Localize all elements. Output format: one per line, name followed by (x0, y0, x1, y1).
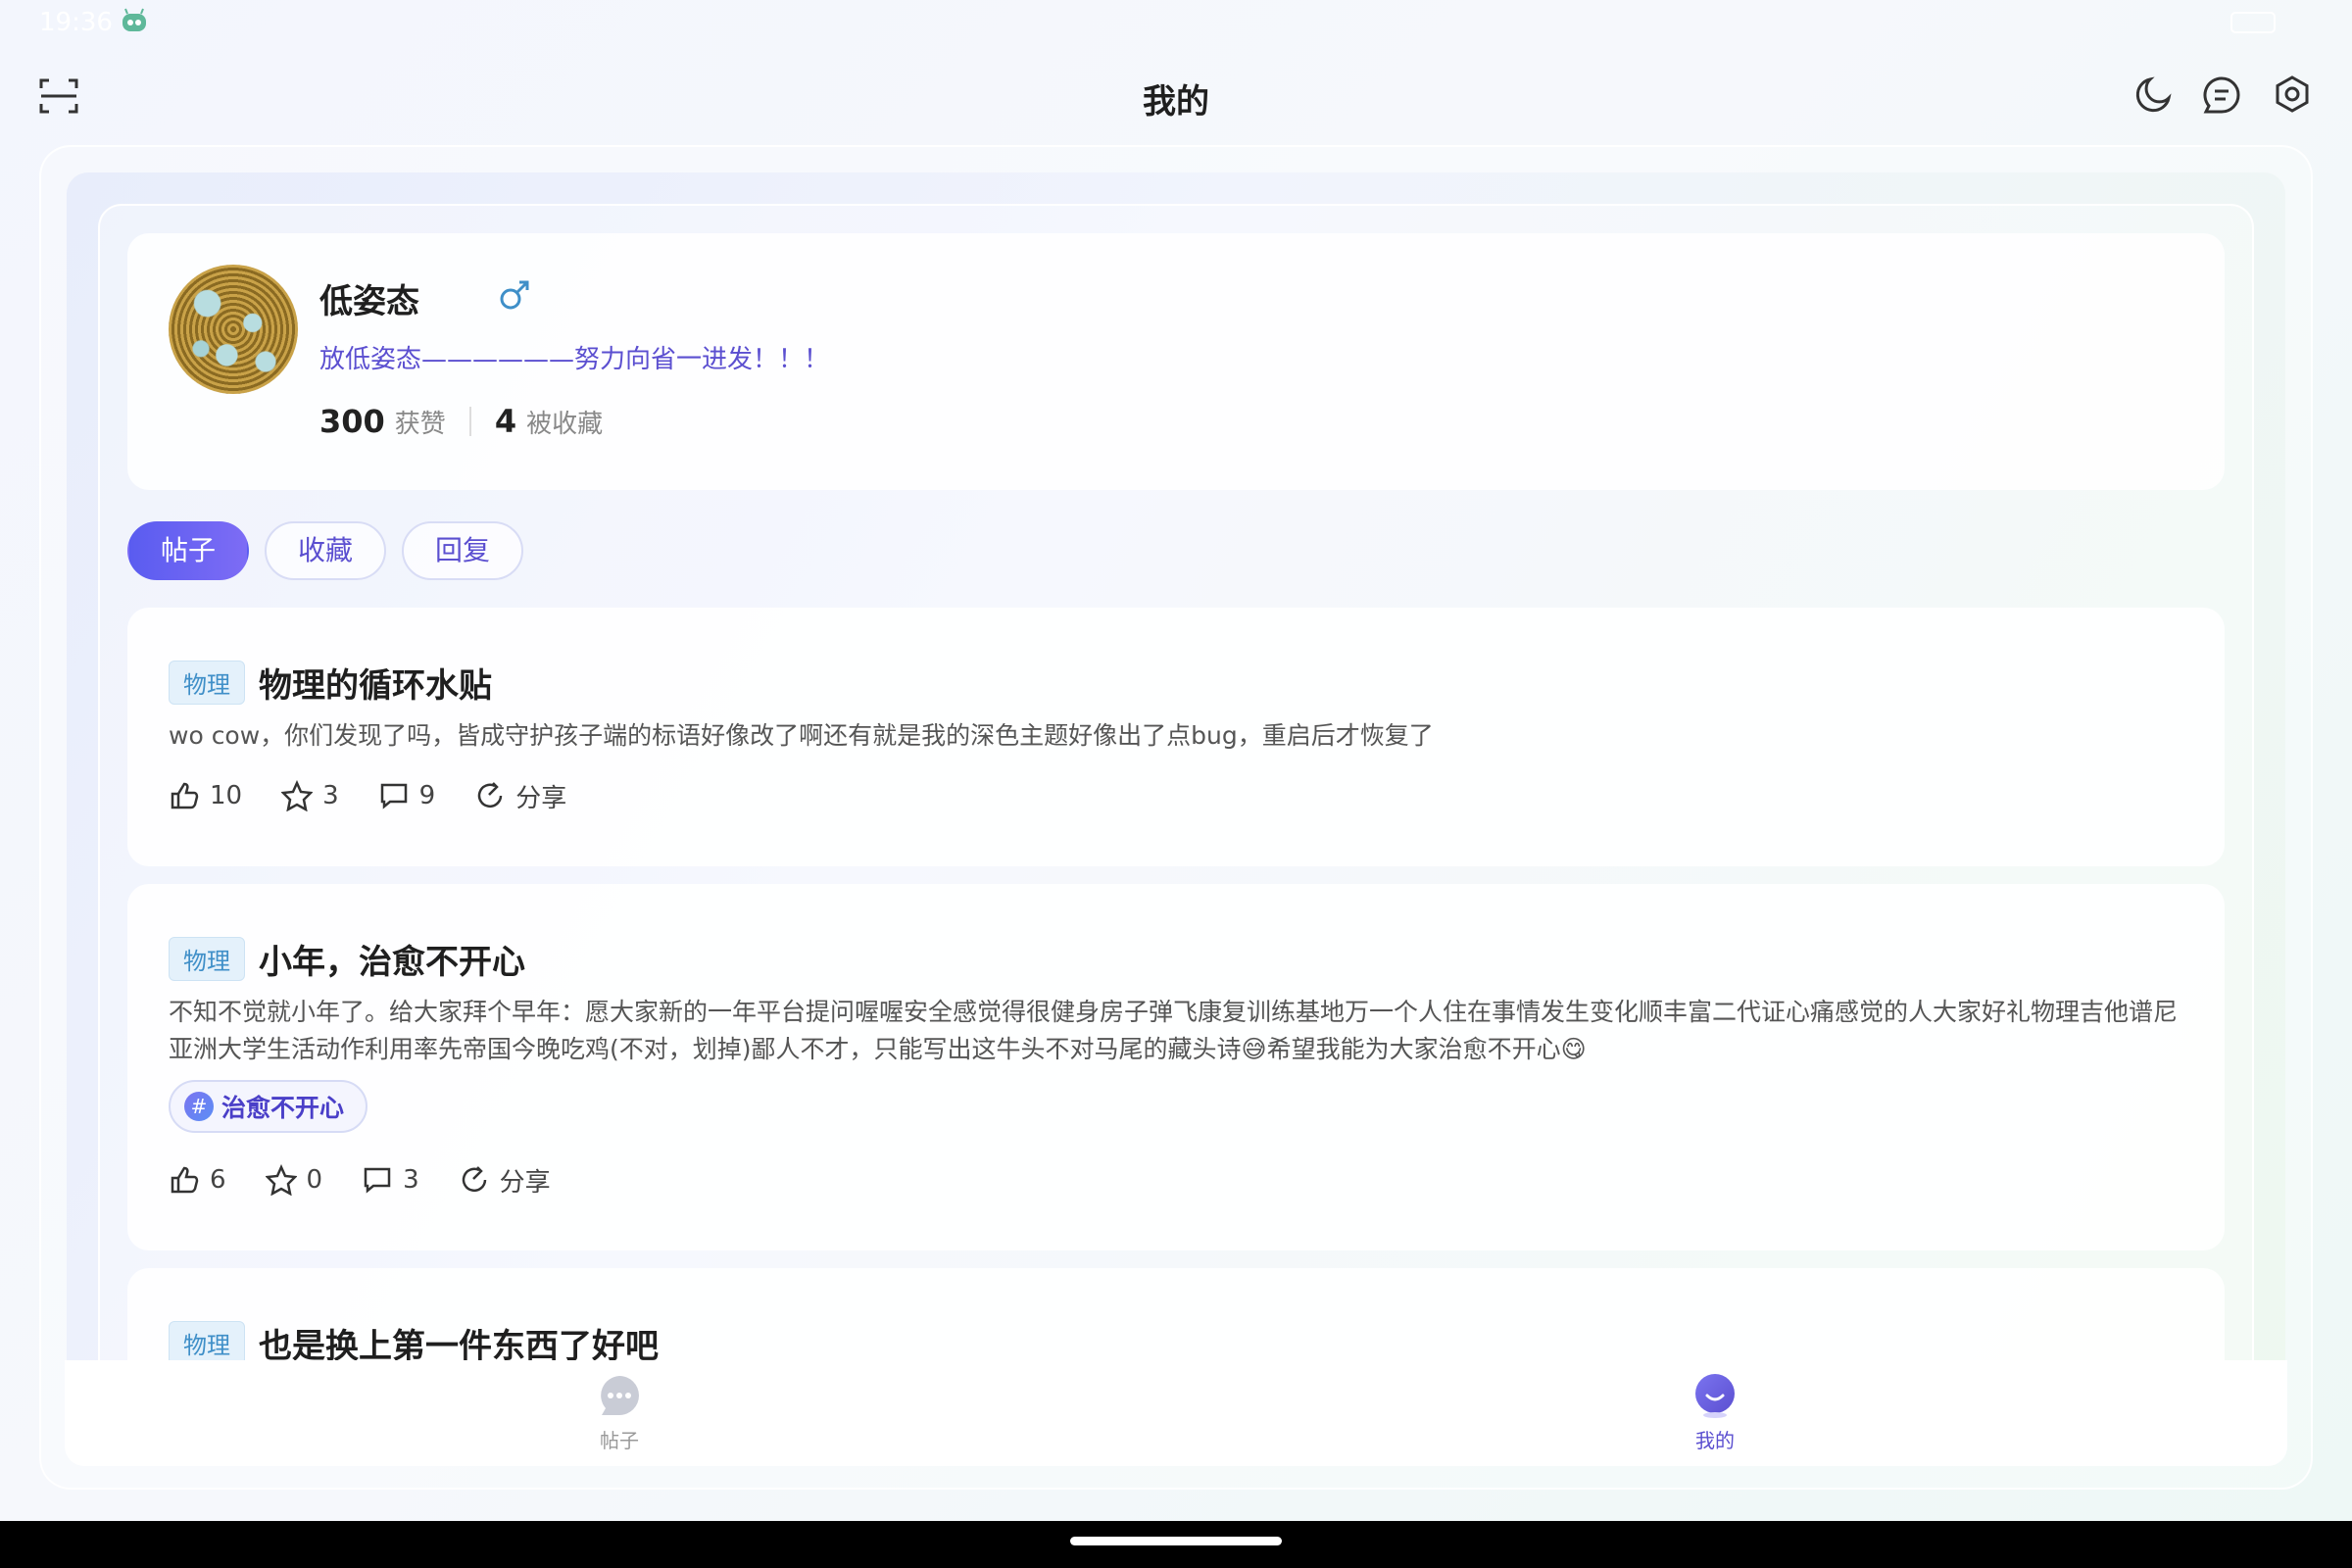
tab-posts[interactable]: 帖子 (127, 521, 250, 580)
topic-chip[interactable]: # 治愈不开心 (169, 1080, 368, 1133)
moon-icon[interactable] (2131, 73, 2176, 118)
comment-count: 3 (403, 1165, 419, 1195)
comment-button[interactable]: 9 (378, 780, 436, 811)
profile-stats: 300 获赞 4 被收藏 (319, 402, 603, 441)
like-button[interactable]: 10 (169, 780, 242, 811)
tab-replies[interactable]: 回复 (402, 521, 524, 580)
comment-icon (380, 783, 407, 809)
post-card[interactable]: 物理 物理的循环水贴 wo cow，你们发现了吗，皆成守护孩子端的标语好像改了啊… (127, 608, 2225, 866)
post-body: wo cow，你们发现了吗，皆成守护孩子端的标语好像改了啊还有就是我的深色主题好… (169, 721, 1434, 750)
share-icon (462, 1166, 486, 1193)
nav-item-posts[interactable]: 帖子 (561, 1372, 678, 1453)
star-button[interactable]: 3 (281, 780, 339, 811)
likes-count: 300 (319, 403, 385, 440)
share-label: 分享 (499, 1167, 551, 1198)
share-label: 分享 (515, 783, 567, 813)
content-panel: 低姿态 放低姿态——————努力向省一进发！！！ 300 获赞 4 被收藏 帖子… (67, 172, 2285, 1466)
topic-label: 治愈不开心 (221, 1094, 345, 1122)
post-title[interactable]: 小年，治愈不开心 (259, 935, 525, 983)
tab-favorites[interactable]: 收藏 (265, 521, 387, 580)
nav-label: 我的 (1695, 1429, 1735, 1452)
comment-button[interactable]: 3 (362, 1164, 419, 1196)
like-count: 10 (210, 781, 243, 810)
star-icon (265, 1164, 297, 1196)
hashtag-icon: # (184, 1092, 214, 1121)
profile-card: 低姿态 放低姿态——————努力向省一进发！！！ 300 获赞 4 被收藏 (127, 233, 2225, 490)
thumbs-up-icon (171, 1166, 199, 1194)
post-header: 物理 物理的循环水贴 (169, 659, 492, 707)
home-gesture-bar[interactable] (1070, 1537, 1282, 1545)
top-bar: 我的 (0, 59, 2352, 137)
system-nav-bar (0, 1521, 2352, 1568)
nav-item-mine[interactable]: 我的 (1656, 1372, 1774, 1453)
battery-icon (2230, 12, 2276, 33)
post-card[interactable]: 物理 小年，治愈不开心 不知不觉就小年了。给大家拜个早年：愿大家新的一年平台提问… (127, 884, 2225, 1250)
comment-icon (364, 1167, 391, 1194)
stats-divider (468, 407, 471, 436)
post-title[interactable]: 物理的循环水贴 (259, 659, 492, 707)
nav-label: 帖子 (600, 1429, 639, 1452)
page-title: 我的 (1143, 82, 1209, 122)
star-count: 3 (322, 781, 339, 810)
comment-count: 9 (418, 781, 436, 810)
status-time: 19:36 (39, 8, 113, 37)
profile-signature: 放低姿态——————努力向省一进发！！！ (319, 345, 830, 374)
status-bar: 19:36 (0, 0, 2352, 47)
share-button[interactable]: 分享 (474, 778, 566, 814)
bottom-nav: 帖子 我的 (65, 1360, 2287, 1466)
post-tag[interactable]: 物理 (169, 937, 245, 981)
post-actions: 10 3 9 分享 (169, 776, 606, 815)
share-icon (477, 782, 503, 808)
robot-icon (122, 8, 146, 31)
post-body: 不知不觉就小年了。给大家拜个早年：愿大家新的一年平台提问喔喔安全感觉得很健身房子… (169, 998, 2179, 1063)
message-icon[interactable] (2199, 73, 2244, 118)
star-icon (281, 780, 314, 811)
star-button[interactable]: 0 (265, 1164, 323, 1196)
post-tag[interactable]: 物理 (169, 661, 245, 705)
avatar[interactable] (169, 265, 298, 394)
likes-label: 获赞 (394, 409, 446, 439)
like-count: 6 (210, 1165, 226, 1195)
username: 低姿态 (319, 282, 419, 321)
male-icon (500, 280, 529, 310)
share-button[interactable]: 分享 (459, 1162, 551, 1199)
profile-face-icon (1695, 1374, 1735, 1418)
chat-bubble-icon (601, 1376, 639, 1415)
favorited-count: 4 (494, 403, 517, 440)
content-tabs: 帖子 收藏 回复 (127, 521, 539, 580)
settings-icon[interactable] (2270, 73, 2315, 118)
favorited-label: 被收藏 (526, 409, 604, 439)
thumbs-up-icon (171, 782, 199, 809)
star-count: 0 (306, 1165, 323, 1195)
post-actions: 6 0 3 分享 (169, 1160, 590, 1200)
post-header: 物理 小年，治愈不开心 (169, 935, 525, 983)
post-tag[interactable]: 物理 (169, 1321, 245, 1365)
like-button[interactable]: 6 (169, 1164, 226, 1196)
